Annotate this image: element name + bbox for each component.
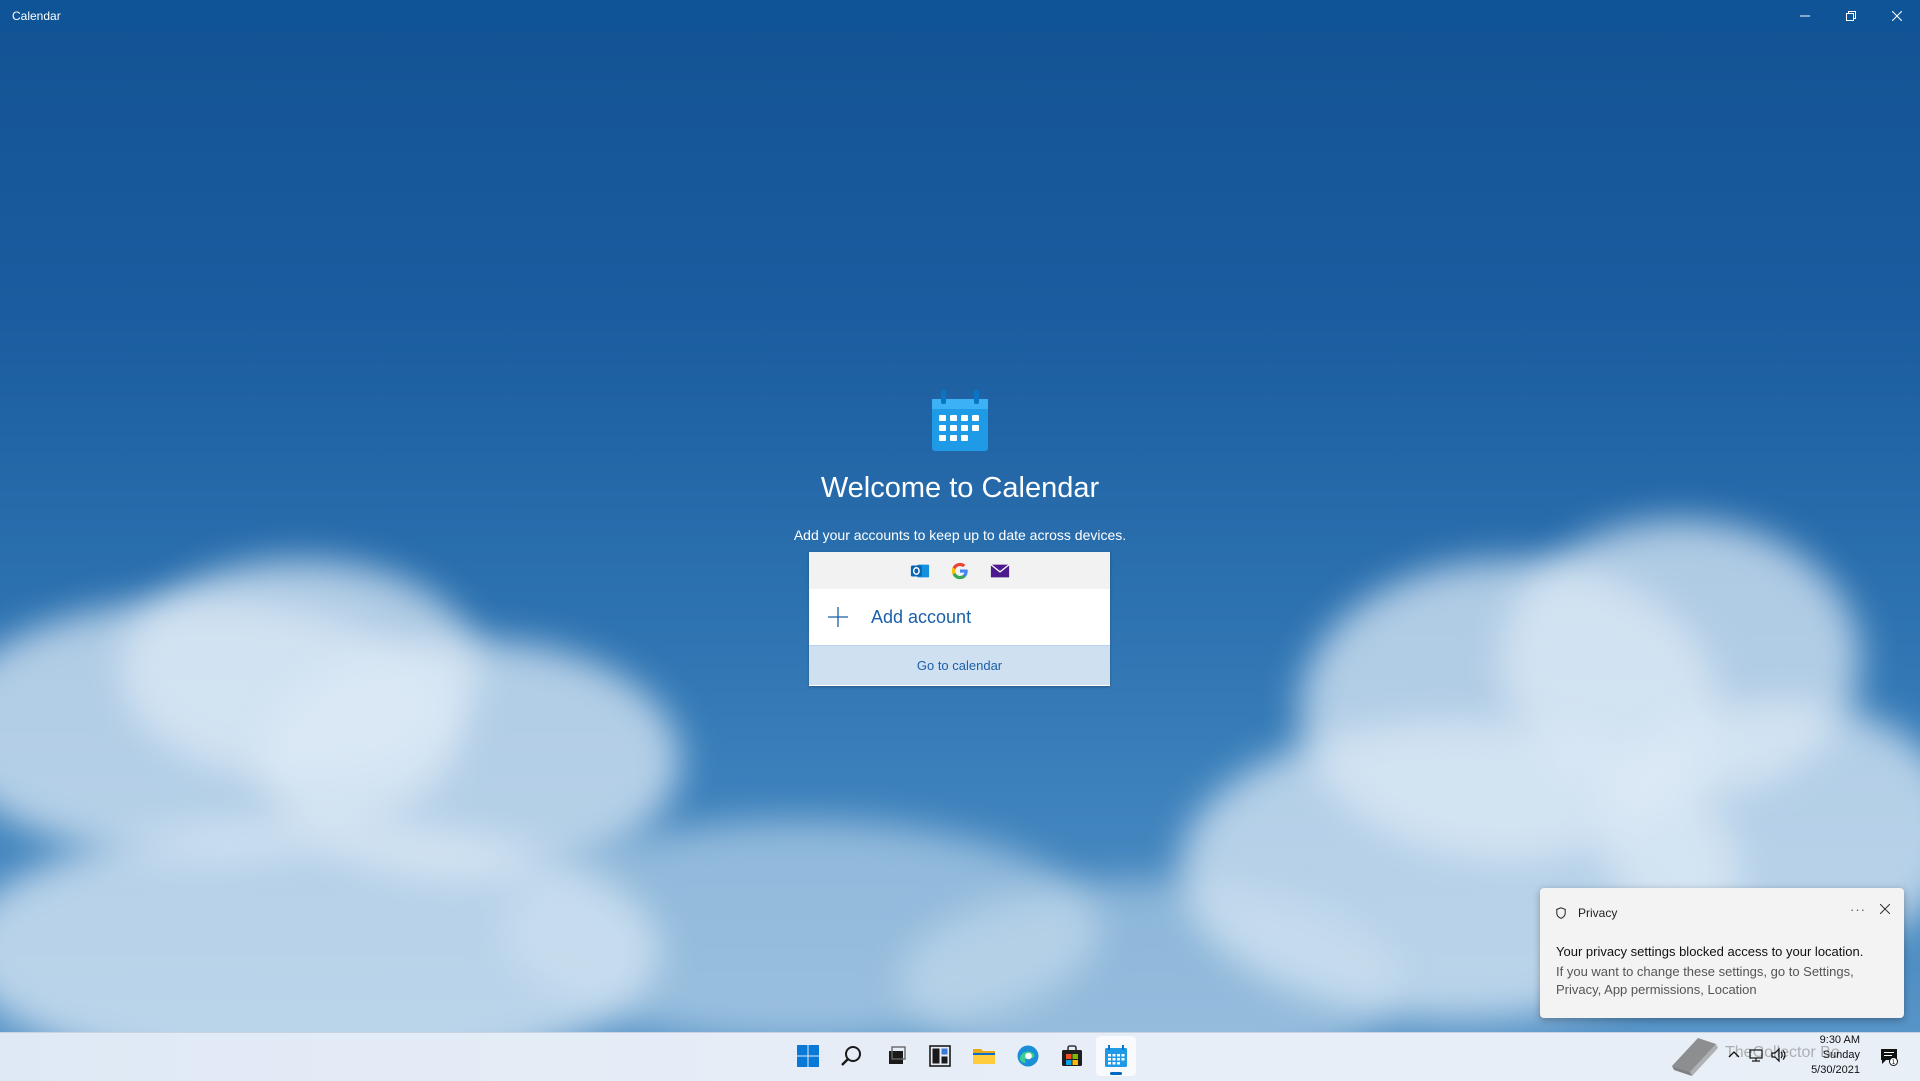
clock[interactable]: 9:30 AM Sunday 5/30/2021 [1790, 1033, 1860, 1078]
clock-date: 5/30/2021 [1811, 1064, 1860, 1076]
more-options-button[interactable]: ··· [1850, 902, 1866, 917]
toast-message: Your privacy settings blocked access to … [1556, 944, 1864, 959]
store-icon [1062, 1045, 1082, 1066]
calendar-icon [1105, 1045, 1127, 1067]
toast-header: Privacy [1556, 906, 1617, 920]
minimize-icon [1800, 15, 1810, 16]
chevron-up-icon[interactable] [1726, 1047, 1742, 1063]
task-view-button[interactable] [876, 1036, 916, 1076]
outlook-icon [909, 560, 931, 582]
network-icon[interactable] [1748, 1047, 1764, 1063]
edge-button[interactable] [1008, 1036, 1048, 1076]
go-to-calendar-button[interactable]: Go to calendar [809, 645, 1110, 685]
start-button[interactable] [788, 1036, 828, 1076]
notification-center-icon[interactable]: 1 [1880, 1048, 1898, 1066]
go-to-calendar-label: Go to calendar [916, 658, 1003, 673]
title-bar: Calendar [0, 0, 1920, 31]
welcome-subtitle: Add your accounts to keep up to date acr… [793, 527, 1127, 543]
welcome-title: Welcome to Calendar [820, 472, 1100, 504]
store-button[interactable] [1052, 1036, 1092, 1076]
account-card: Add account Go to calendar [809, 552, 1110, 686]
file-explorer-icon [973, 1049, 995, 1064]
window-controls [1782, 0, 1920, 31]
minimize-button[interactable] [1782, 0, 1828, 31]
restore-button[interactable] [1828, 0, 1874, 31]
add-account-button[interactable]: Add account [809, 589, 1110, 645]
start-icon [797, 1045, 819, 1067]
provider-row [809, 552, 1110, 589]
plus-icon [828, 607, 848, 627]
widgets-button[interactable] [920, 1036, 960, 1076]
privacy-toast[interactable]: Privacy ··· Your privacy settings blocke… [1540, 888, 1904, 1018]
widgets-icon [929, 1045, 951, 1067]
shield-icon [1556, 907, 1566, 919]
window-title: Calendar [12, 8, 61, 23]
svg-text:1: 1 [1892, 1059, 1896, 1066]
calendar-app-icon [932, 390, 988, 451]
clock-day: Sunday [1822, 1049, 1860, 1061]
desktop-background [0, 0, 1920, 1032]
add-account-label: Add account [871, 606, 972, 627]
close-button[interactable] [1874, 0, 1920, 31]
mail-icon [989, 560, 1011, 582]
taskbar-apps [788, 1036, 1136, 1076]
google-icon [949, 560, 971, 582]
clock-time: 9:30 AM [1819, 1034, 1860, 1046]
close-icon [1892, 10, 1902, 21]
search-button[interactable] [832, 1036, 872, 1076]
toast-detail: If you want to change these settings, go… [1556, 964, 1854, 997]
edge-icon [1017, 1045, 1039, 1067]
toast-header-label: Privacy [1578, 906, 1618, 920]
file-explorer-button[interactable] [964, 1036, 1004, 1076]
toast-close-icon[interactable] [1880, 904, 1890, 914]
task-view-icon [889, 1046, 906, 1064]
volume-icon[interactable] [1770, 1047, 1786, 1063]
calendar-taskbar-button[interactable] [1096, 1036, 1136, 1076]
search-icon [841, 1046, 861, 1066]
restore-icon [1846, 10, 1856, 21]
